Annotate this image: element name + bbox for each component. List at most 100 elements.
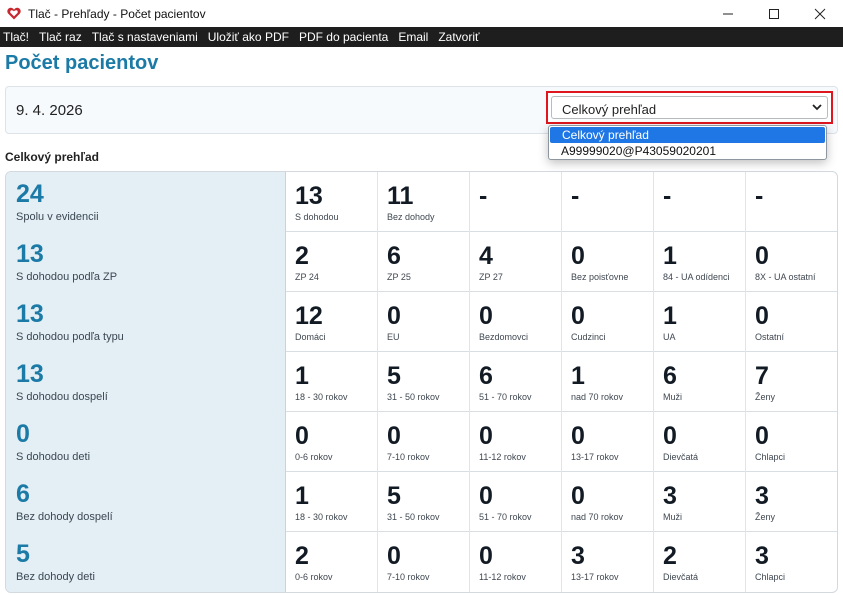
stats-cell: 12 Domáci	[286, 292, 378, 352]
stats-cell: 6 Muži	[654, 352, 746, 412]
date-field[interactable]: 9. 4. 2026	[16, 102, 83, 119]
menu-print-once[interactable]: Tlač raz	[35, 30, 87, 44]
stat-label: Ženy	[755, 512, 776, 522]
stat-label: 11-12 rokov	[479, 572, 526, 582]
stats-cell: 0 7-10 rokov	[378, 412, 470, 472]
stat-value: -	[755, 182, 764, 210]
stats-row-header: 24 Spolu v evidencii	[6, 172, 286, 232]
window-controls	[705, 0, 843, 27]
minimize-icon	[723, 13, 733, 14]
stat-value: 3	[571, 542, 585, 570]
stats-cell: 0 0-6 rokov	[286, 412, 378, 472]
stats-cell: 0 Chlapci	[746, 412, 837, 472]
stat-value: 3	[755, 482, 769, 510]
stats-cell: -	[470, 172, 562, 232]
stats-cell: 1 nad 70 rokov	[562, 352, 654, 412]
stat-value: 0	[387, 422, 401, 450]
stat-value: 5	[387, 482, 401, 510]
stat-value: 0	[571, 422, 585, 450]
stats-cell: 1 84 - UA odídenci	[654, 232, 746, 292]
stat-label: 84 - UA odídenci	[663, 272, 730, 282]
dropdown-option-doctor-code[interactable]: A99999020@P43059020201	[549, 143, 826, 159]
stat-label: Ženy	[755, 392, 776, 402]
maximize-button[interactable]	[751, 0, 797, 27]
stat-value: 2	[295, 542, 309, 570]
minimize-button[interactable]	[705, 0, 751, 27]
stat-value: 1	[295, 362, 309, 390]
stats-row: 13 S dohodou podľa ZP 2 ZP 24 6 ZP 25 4 ZP 27 0 B…	[6, 232, 837, 292]
stat-label: 7-10 rokov	[387, 452, 430, 462]
stat-value: 0	[387, 542, 401, 570]
select-value: Celkový prehľad	[562, 102, 657, 117]
stat-label: S dohodou	[295, 212, 339, 222]
app-heart-icon	[6, 6, 22, 22]
menu-email[interactable]: Email	[394, 30, 433, 44]
stat-label: 51 - 70 rokov	[479, 512, 532, 522]
stat-value: 5	[387, 362, 401, 390]
menu-pdf-to-patient[interactable]: PDF do pacienta	[295, 30, 393, 44]
stats-cell: 2 Dievčatá	[654, 532, 746, 592]
menu-close[interactable]: Zatvoriť	[434, 30, 484, 44]
stats-cell: 11 Bez dohody	[378, 172, 470, 232]
stat-label: ZP 25	[387, 272, 411, 282]
stats-cell: 2 ZP 24	[286, 232, 378, 292]
stat-label: ZP 24	[295, 272, 319, 282]
stat-label: Chlapci	[755, 452, 786, 462]
row-total-value: 13	[16, 300, 44, 328]
stat-value: 0	[387, 302, 401, 330]
stat-value: 0	[295, 422, 309, 450]
row-total-label: S dohodou podľa typu	[16, 331, 124, 343]
stat-label: 8X - UA ostatní	[755, 272, 816, 282]
stat-label: 0-6 rokov	[295, 452, 333, 462]
stat-label: ZP 27	[479, 272, 503, 282]
stat-value: 0	[755, 422, 769, 450]
stats-row: 24 Spolu v evidencii 13 S dohodou 11 Bez doho…	[6, 172, 837, 232]
stat-value: 0	[479, 482, 493, 510]
stats-cell: 0 EU	[378, 292, 470, 352]
row-total-value: 0	[16, 420, 30, 448]
stat-value: 1	[663, 242, 677, 270]
dropdown-option-overview[interactable]: Celkový prehľad	[550, 127, 825, 143]
row-total-value: 13	[16, 360, 44, 388]
stats-row-header: 6 Bez dohody dospelí	[6, 472, 286, 532]
stats-cell: 3 Chlapci	[746, 532, 837, 592]
stats-cell: 4 ZP 27	[470, 232, 562, 292]
stat-value: 4	[479, 242, 493, 270]
stats-row: 0 S dohodou deti 0 0-6 rokov 0 7-10 rokov 0 11-…	[6, 412, 837, 472]
stats-cell: 0 nad 70 rokov	[562, 472, 654, 532]
row-total-value: 24	[16, 180, 44, 208]
menu-save-as-pdf[interactable]: Uložiť ako PDF	[204, 30, 294, 44]
stat-value: 6	[479, 362, 493, 390]
stat-value: 0	[755, 302, 769, 330]
stats-row-header: 13 S dohodou dospelí	[6, 352, 286, 412]
stats-cell: 5 31 - 50 rokov	[378, 472, 470, 532]
row-total-value: 5	[16, 540, 30, 568]
row-total-label: Bez dohody deti	[16, 571, 95, 583]
stat-label: 13-17 rokov	[571, 452, 619, 462]
row-total-label: S dohodou deti	[16, 451, 91, 463]
stats-cell: 13 S dohodou	[286, 172, 378, 232]
stats-cell: 0 Bezdomovci	[470, 292, 562, 352]
stat-label: Bezdomovci	[479, 332, 529, 342]
stats-cell: 0 13-17 rokov	[562, 412, 654, 472]
stats-cell: 0 11-12 rokov	[470, 532, 562, 592]
stat-label: Ostatní	[755, 332, 785, 342]
stats-row-header: 13 S dohodou podľa typu	[6, 292, 286, 352]
stat-label: 0-6 rokov	[295, 572, 333, 582]
stat-label: Bez poisťovne	[571, 272, 629, 282]
stats-row-header: 13 S dohodou podľa ZP	[6, 232, 286, 292]
row-total-value: 6	[16, 480, 30, 508]
stat-value: 3	[755, 542, 769, 570]
stat-label: 18 - 30 rokov	[295, 512, 348, 522]
menu-print-now[interactable]: Tlač!	[0, 30, 34, 44]
menu-print-with-settings[interactable]: Tlač s nastaveniami	[88, 30, 203, 44]
stat-value: 2	[295, 242, 309, 270]
stat-value: -	[571, 182, 580, 210]
close-button[interactable]	[797, 0, 843, 27]
stat-value: 0	[479, 542, 493, 570]
menu-bar: Tlač! Tlač raz Tlač s nastaveniami Uloži…	[0, 27, 843, 47]
stats-cell: 3 Ženy	[746, 472, 837, 532]
stat-value: 0	[571, 482, 585, 510]
overview-select[interactable]: Celkový prehľad	[546, 91, 833, 124]
stats-cell: -	[562, 172, 654, 232]
